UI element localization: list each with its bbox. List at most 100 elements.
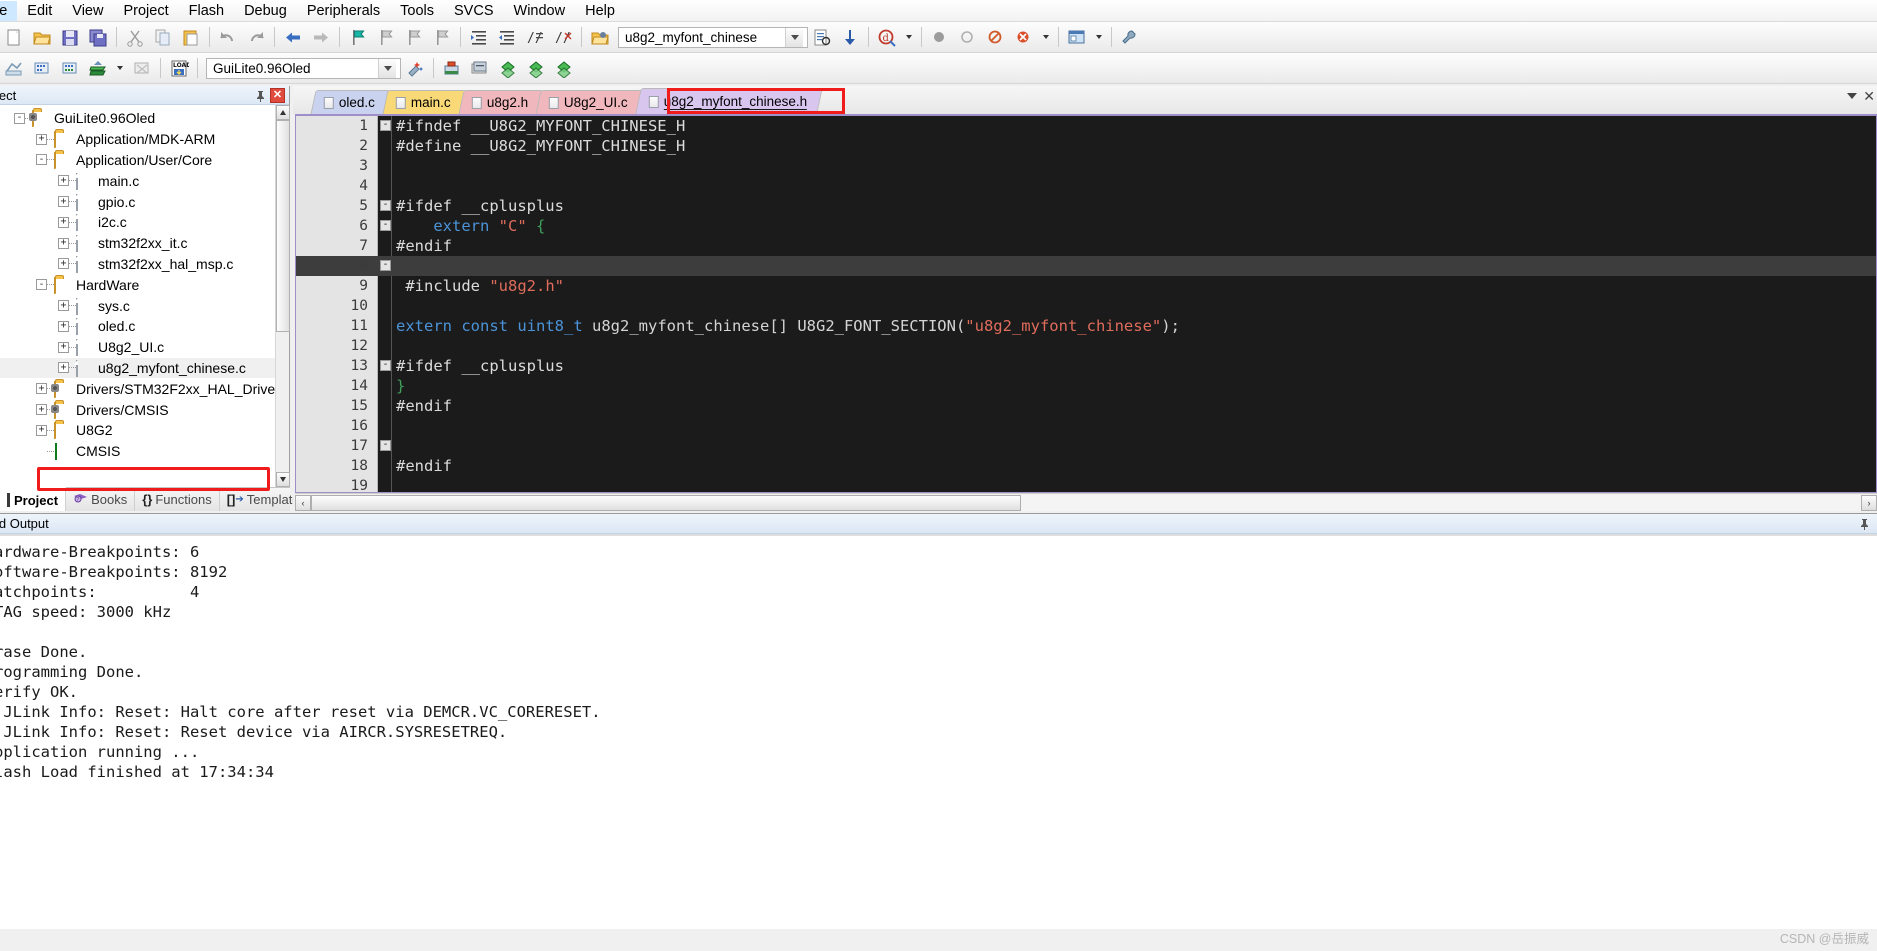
tree-item[interactable]: + oled.c xyxy=(0,316,275,337)
tree-item[interactable]: + U8G2 xyxy=(0,420,275,441)
breakpoint-disabled-icon[interactable] xyxy=(955,25,981,50)
manage-multi-project-icon[interactable] xyxy=(523,56,549,81)
target-options-icon[interactable] xyxy=(402,56,428,81)
disable-all-breakpoints-icon[interactable] xyxy=(983,25,1009,50)
scroll-up-button[interactable] xyxy=(276,105,290,120)
undo-icon[interactable] xyxy=(215,25,241,50)
menu-help[interactable]: Help xyxy=(575,1,625,21)
close-icon[interactable]: ✕ xyxy=(270,87,285,103)
download-icon[interactable]: LOAD xyxy=(166,56,192,81)
tree-item[interactable]: CMSIS xyxy=(0,441,275,462)
comment-icon[interactable]: // xyxy=(522,25,548,50)
select-software-packs-icon[interactable] xyxy=(551,56,577,81)
tree-item[interactable]: + Drivers/CMSIS xyxy=(0,399,275,420)
collapse-toggle-icon[interactable]: - xyxy=(36,279,47,291)
collapse-toggle-icon[interactable]: - xyxy=(14,112,25,124)
hscroll-track[interactable] xyxy=(1021,494,1861,511)
tree-item[interactable]: - GuiLite0.96Oled xyxy=(0,108,275,129)
tree-item[interactable]: + stm32f2xx_hal_msp.c xyxy=(0,254,275,275)
editor-tab-oled-c[interactable]: oled.c xyxy=(310,90,391,114)
fold-toggle-icon[interactable]: - xyxy=(380,360,391,371)
hscroll-left-button[interactable]: ‹ xyxy=(295,494,311,511)
target-select[interactable]: GuiLite0.96Oled xyxy=(206,57,401,79)
pack-installer-icon[interactable] xyxy=(495,56,521,81)
manage-run-time-env-icon[interactable] xyxy=(467,56,493,81)
navigate-back-icon[interactable] xyxy=(280,25,306,50)
fold-toggle-icon[interactable]: - xyxy=(380,260,391,271)
scroll-thumb[interactable] xyxy=(276,120,290,332)
menu-file[interactable]: le xyxy=(0,0,18,21)
rebuild-icon[interactable] xyxy=(57,56,83,81)
tree-item[interactable]: + gpio.c xyxy=(0,191,275,212)
editor-tab-main-c[interactable]: main.c xyxy=(382,90,467,114)
breakpoint-icon[interactable] xyxy=(927,25,953,50)
expand-toggle-icon[interactable]: + xyxy=(36,404,47,416)
menu-debug[interactable]: Debug xyxy=(234,1,297,21)
layout-dropdown-arrow-icon[interactable] xyxy=(1092,25,1106,50)
project-tree[interactable]: - GuiLite0.96Oled + Application/MDK-ARM - App… xyxy=(0,105,275,487)
menu-peripherals[interactable]: Peripherals xyxy=(297,1,390,21)
expand-toggle-icon[interactable]: + xyxy=(58,175,69,187)
outdent-icon[interactable] xyxy=(494,25,520,50)
fold-toggle-icon[interactable]: - xyxy=(380,440,391,451)
expand-toggle-icon[interactable]: + xyxy=(58,300,69,312)
tree-item[interactable]: - Application/User/Core xyxy=(0,150,275,171)
indent-icon[interactable] xyxy=(466,25,492,50)
collapse-toggle-icon[interactable]: - xyxy=(36,154,47,166)
hscroll-right-button[interactable]: › xyxy=(1861,494,1877,511)
save-all-icon[interactable] xyxy=(85,25,111,50)
menu-view[interactable]: View xyxy=(62,1,113,21)
save-icon[interactable] xyxy=(57,25,83,50)
window-layout-icon[interactable] xyxy=(1064,25,1090,50)
expand-toggle-icon[interactable]: + xyxy=(58,362,69,374)
goto-definition-icon[interactable] xyxy=(837,25,863,50)
expand-toggle-icon[interactable]: + xyxy=(58,216,69,228)
tree-item[interactable]: + u8g2_myfont_chinese.c xyxy=(0,357,275,379)
project-tree-scrollbar[interactable] xyxy=(275,105,290,487)
tree-item[interactable]: + sys.c xyxy=(0,295,275,316)
bookmark-next-icon[interactable] xyxy=(401,25,427,50)
editor-tab-u8g2_myfont_chinese-h[interactable]: u8g2_myfont_chinese.h xyxy=(635,88,824,114)
menu-flash[interactable]: Flash xyxy=(179,1,234,21)
target-select-dropdown-arrow-icon[interactable] xyxy=(378,58,396,78)
fold-toggle-icon[interactable]: - xyxy=(380,200,391,211)
editor-horizontal-scrollbar[interactable]: ‹ › xyxy=(295,493,1877,511)
copy-icon[interactable] xyxy=(150,25,176,50)
expand-toggle-icon[interactable]: + xyxy=(58,320,69,332)
expand-toggle-icon[interactable]: + xyxy=(58,196,69,208)
expand-toggle-icon[interactable]: + xyxy=(58,341,69,353)
menu-window[interactable]: Window xyxy=(504,1,576,21)
editor-close-icon[interactable]: ✕ xyxy=(1863,89,1875,103)
debug-session-icon[interactable]: d xyxy=(874,25,900,50)
configure-icon[interactable] xyxy=(1117,25,1143,50)
build-icon[interactable] xyxy=(29,56,55,81)
scroll-down-button[interactable] xyxy=(276,472,290,487)
cut-icon[interactable] xyxy=(122,25,148,50)
manage-project-items-icon[interactable] xyxy=(439,56,465,81)
menu-edit[interactable]: Edit xyxy=(17,1,62,21)
code-editor[interactable]: 1- #ifndef __U8G2_MYFONT_CHINESE_H 2 #defin… xyxy=(295,114,1877,493)
hscroll-thumb[interactable] xyxy=(311,494,1021,511)
navigate-forward-icon[interactable] xyxy=(308,25,334,50)
kill-all-breakpoints-icon[interactable] xyxy=(1011,25,1037,50)
editor-dropdown-icon[interactable] xyxy=(1847,93,1858,99)
tree-item[interactable]: + Drivers/STM32F2xx_HAL_Driver xyxy=(0,378,275,399)
fold-toggle-icon[interactable]: - xyxy=(380,120,391,131)
find-in-files-icon[interactable] xyxy=(809,25,835,50)
menu-project[interactable]: Project xyxy=(113,1,178,21)
pin-icon[interactable] xyxy=(254,89,267,102)
build-output-text[interactable]: ardware-Breakpoints: 6 oftware-Breakpoint… xyxy=(0,534,1877,929)
pane-tab-books[interactable]: ? Books xyxy=(66,488,136,511)
uncomment-icon[interactable]: // xyxy=(550,25,576,50)
tree-item[interactable]: + main.c xyxy=(0,170,275,191)
tree-item[interactable]: + U8g2_UI.c xyxy=(0,337,275,358)
batch-build-arrow-icon[interactable] xyxy=(113,56,127,81)
search-combo[interactable]: u8g2_myfont_chinese xyxy=(618,26,808,48)
menu-tools[interactable]: Tools xyxy=(390,1,444,21)
tree-item[interactable]: + Application/MDK-ARM xyxy=(0,129,275,150)
bookmark-clear-icon[interactable] xyxy=(429,25,455,50)
tree-item[interactable]: + stm32f2xx_it.c xyxy=(0,233,275,254)
editor-tab-u8g2-h[interactable]: u8g2.h xyxy=(458,90,544,114)
editor-tab-U8g2_UI-c[interactable]: U8g2_UI.c xyxy=(535,90,644,114)
expand-toggle-icon[interactable]: + xyxy=(58,237,69,249)
